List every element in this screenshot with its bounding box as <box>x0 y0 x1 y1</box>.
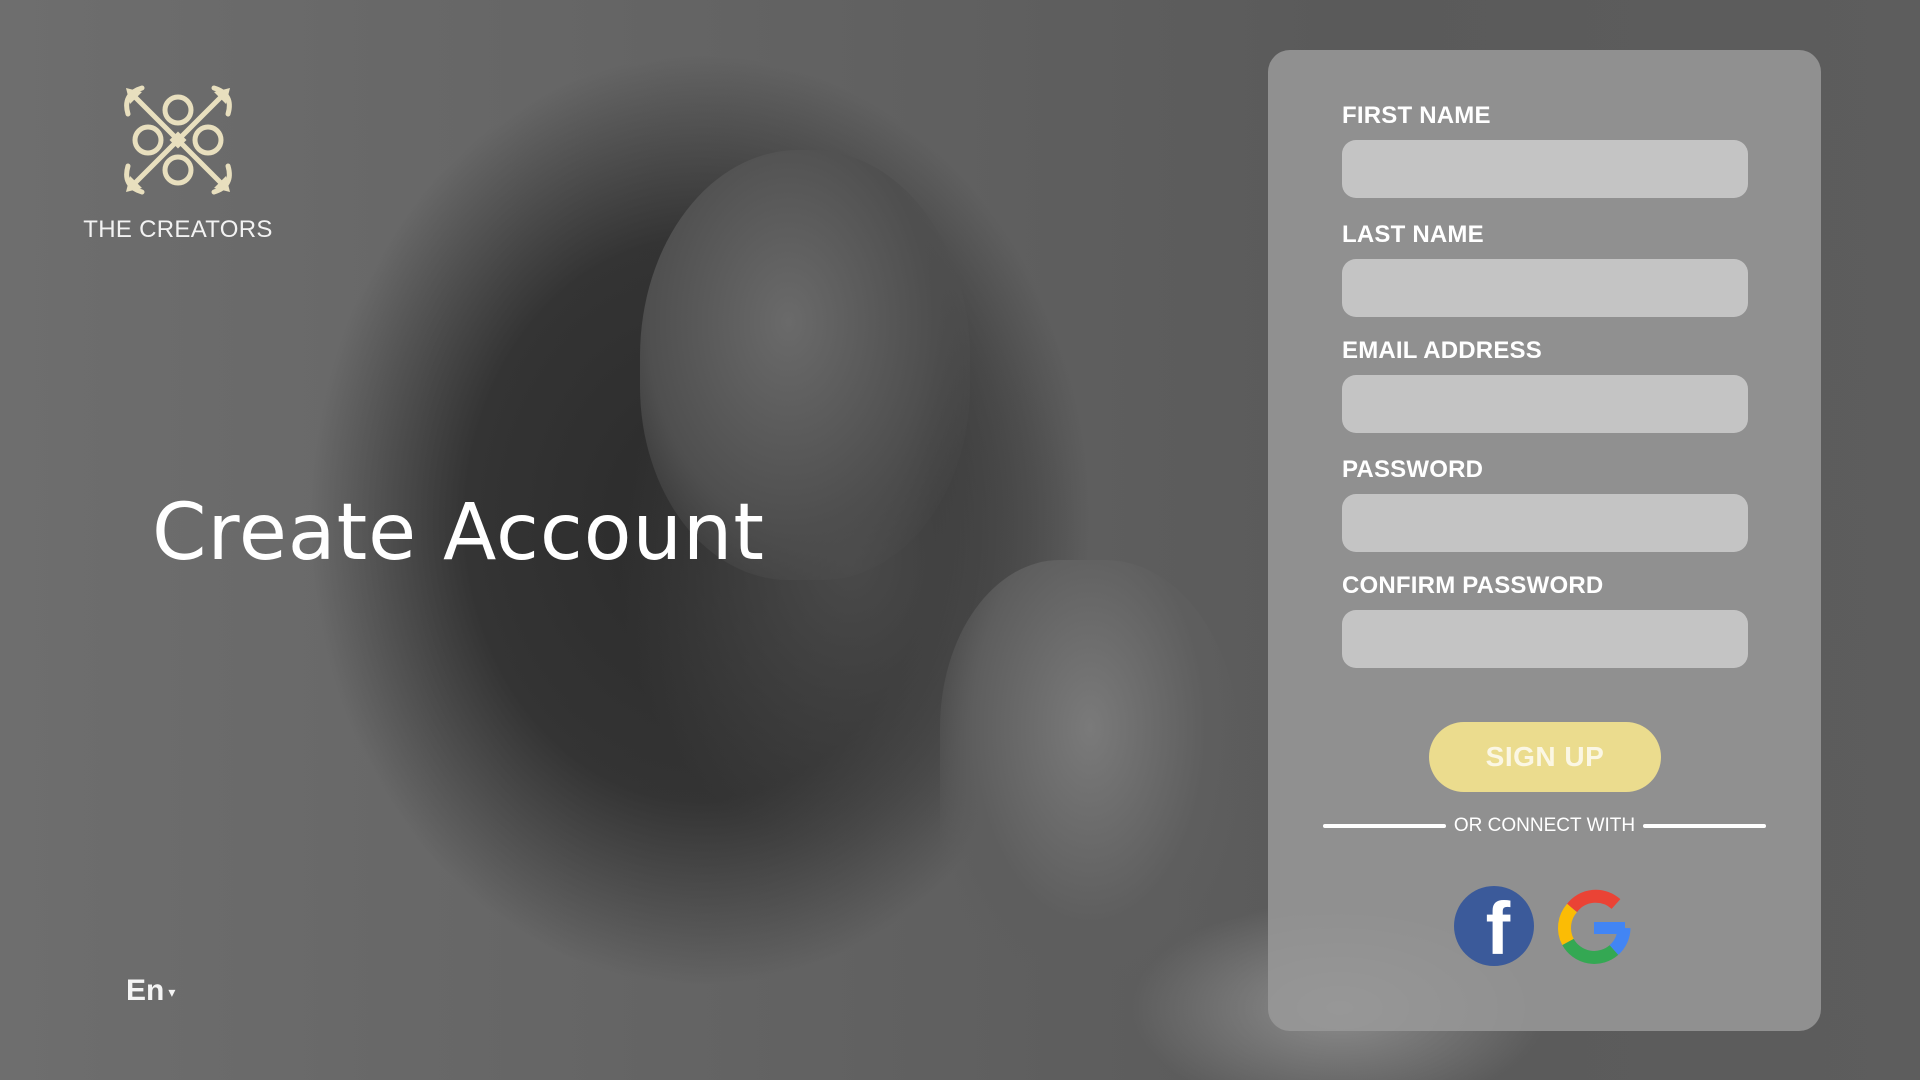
ornamental-crossed-logo-icon <box>124 85 232 195</box>
or-connect-divider: OR CONNECT WITH <box>1323 812 1767 840</box>
password-label: PASSWORD <box>1342 456 1484 483</box>
confirm-password-label: CONFIRM PASSWORD <box>1342 572 1604 599</box>
brand-name: THE CREATORS <box>83 216 273 243</box>
first-name-label: FIRST NAME <box>1342 102 1491 129</box>
google-login-button[interactable] <box>1554 886 1634 966</box>
divider-text: OR CONNECT WITH <box>1453 815 1636 836</box>
divider-line-left <box>1323 824 1446 828</box>
confirm-password-field[interactable] <box>1342 610 1748 668</box>
facebook-login-button[interactable]: f <box>1454 886 1534 966</box>
chevron-down-icon: ▾ <box>168 985 176 1001</box>
background-hand-shape <box>940 560 1240 980</box>
facebook-icon: f <box>1485 887 1511 966</box>
signup-form-panel: FIRST NAME LAST NAME EMAIL ADDRESS PASSW… <box>1268 50 1821 1031</box>
language-selected-value: En <box>126 974 165 1007</box>
page-title: Create Account <box>152 488 765 578</box>
first-name-field[interactable] <box>1342 140 1748 198</box>
last-name-label: LAST NAME <box>1342 221 1484 248</box>
sign-up-button[interactable]: SIGN UP <box>1429 722 1661 792</box>
language-selector[interactable]: En ▾ <box>126 974 175 1008</box>
password-field[interactable] <box>1342 494 1748 552</box>
email-label: EMAIL ADDRESS <box>1342 337 1542 364</box>
brand-logo: THE CREATORS <box>83 74 272 244</box>
last-name-field[interactable] <box>1342 259 1748 317</box>
divider-line-right <box>1643 824 1767 828</box>
email-field[interactable] <box>1342 375 1748 433</box>
google-icon <box>1557 889 1631 964</box>
